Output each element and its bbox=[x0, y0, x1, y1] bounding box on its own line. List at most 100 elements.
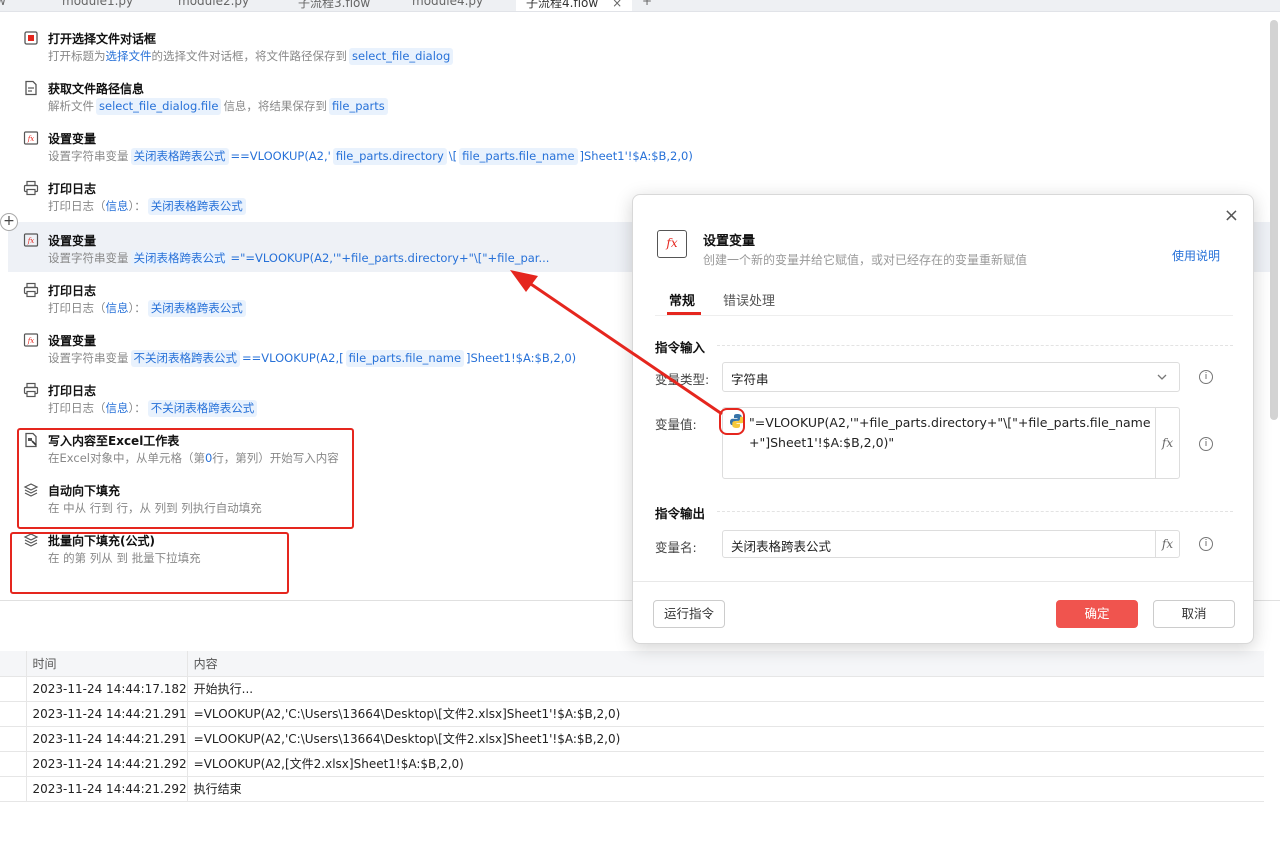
fx-icon: fx bbox=[23, 333, 39, 347]
chevron-down-icon bbox=[1157, 374, 1167, 380]
tab-subflow3[interactable]: 子流程3.flow bbox=[298, 0, 370, 11]
tab-add-button[interactable]: + bbox=[642, 0, 652, 11]
variable-chip: 关闭表格跨表公式 bbox=[147, 198, 246, 215]
tab-close-icon[interactable]: × bbox=[612, 0, 622, 10]
log-table: 时间 内容 2023-11-24 14:44:17.182 开始执行... 202… bbox=[0, 651, 1264, 802]
scrollbar[interactable] bbox=[1270, 20, 1278, 420]
log-col-time: 时间 bbox=[26, 651, 188, 677]
tab-partial[interactable]: w bbox=[0, 0, 6, 11]
step-title: 打印日志 bbox=[48, 384, 97, 398]
step-desc: 打印日志（信息）： 不关闭表格跨表公式 bbox=[48, 400, 259, 417]
log-col-index bbox=[0, 651, 27, 677]
tab-module1[interactable]: module1.py bbox=[62, 0, 133, 11]
dialog-title: 设置变量 bbox=[703, 234, 756, 249]
step-desc: 解析文件 select_file_dialog.file 信息，将结果保存到 file… bbox=[48, 98, 390, 115]
tab-error-handling[interactable]: 错误处理 bbox=[723, 290, 775, 309]
variable-chip: 关闭表格跨表公式 bbox=[130, 250, 229, 267]
step-desc: 设置字符串变量 不关闭表格跨表公式 ==VLOOKUP(A2,[file_parts… bbox=[48, 350, 577, 367]
svg-text:fx: fx bbox=[27, 237, 35, 245]
tab-subflow4[interactable]: 子流程4.flow × bbox=[516, 0, 633, 11]
help-link[interactable]: 使用说明 bbox=[1172, 247, 1220, 264]
log-content: =VLOOKUP(A2,[文件2.xlsx]Sheet1!$A:$B,2,0) bbox=[187, 751, 1264, 777]
log-col-content: 内容 bbox=[187, 651, 1264, 677]
table-row[interactable]: 2023-11-24 14:44:21.292 执行结束 bbox=[0, 776, 1264, 802]
log-time: 2023-11-24 14:44:17.182 bbox=[26, 676, 188, 702]
dialog-tabs: 常规 错误处理 bbox=[655, 288, 1233, 316]
step-title: 设置变量 bbox=[48, 334, 97, 348]
svg-text:fx: fx bbox=[27, 135, 35, 143]
log-content: =VLOOKUP(A2,'C:\Users\13664\Desktop\[文件2… bbox=[187, 726, 1264, 752]
file-dialog-icon bbox=[24, 31, 38, 45]
fx-icon: fx bbox=[657, 230, 687, 258]
table-row[interactable]: 2023-11-24 14:44:21.292 =VLOOKUP(A2,[文件2.… bbox=[0, 751, 1264, 777]
divider bbox=[717, 345, 1233, 346]
variable-chip: 不关闭表格跨表公式 bbox=[147, 400, 258, 417]
confirm-button[interactable]: 确定 bbox=[1056, 600, 1138, 628]
step-desc: 打印日志（信息）： 关闭表格跨表公式 bbox=[48, 300, 248, 317]
divider bbox=[717, 511, 1233, 512]
annotation-box-2 bbox=[10, 532, 289, 594]
table-row[interactable]: 2023-11-24 14:44:17.182 开始执行... bbox=[0, 676, 1264, 702]
variable-chip: 关闭表格跨表公式 bbox=[147, 300, 246, 317]
log-header-row: 时间 内容 bbox=[0, 651, 1264, 677]
run-command-button[interactable]: 运行指令 bbox=[653, 600, 725, 628]
add-step-button[interactable]: + bbox=[0, 213, 18, 231]
printer-icon bbox=[23, 180, 39, 196]
info-icon[interactable]: i bbox=[1199, 370, 1213, 384]
annotation-box-1 bbox=[17, 428, 354, 529]
log-time: 2023-11-24 14:44:21.291 bbox=[26, 726, 188, 752]
printer-icon bbox=[23, 382, 39, 398]
step-title: 打印日志 bbox=[48, 182, 97, 196]
file-info-icon bbox=[25, 80, 37, 96]
step-desc: 打开标题为选择文件的选择文件对话框，将文件路径保存到 select_file_di… bbox=[48, 48, 455, 65]
tab-bar: w module1.py module2.py 子流程3.flow module… bbox=[0, 0, 1280, 12]
variable-chip: file_parts.directory bbox=[332, 148, 447, 165]
cancel-button[interactable]: 取消 bbox=[1153, 600, 1235, 628]
log-time: 2023-11-24 14:44:21.291 bbox=[26, 701, 188, 727]
fx-icon: fx bbox=[23, 131, 39, 145]
fx-button[interactable]: fx bbox=[1155, 408, 1179, 478]
variable-chip: 关闭表格跨表公式 bbox=[130, 148, 229, 165]
close-icon[interactable]: × bbox=[1224, 207, 1239, 225]
step-title: 打开选择文件对话框 bbox=[48, 32, 157, 46]
annotation-arrow bbox=[510, 270, 723, 416]
var-name-value: 关闭表格跨表公式 bbox=[731, 539, 832, 554]
fx-button[interactable]: fx bbox=[1155, 531, 1179, 557]
log-content: =VLOOKUP(A2,'C:\Users\13664\Desktop\[文件2… bbox=[187, 701, 1264, 727]
step-set-variable[interactable]: fx 设置变量 设置字符串变量 关闭表格跨表公式 ==VLOOKUP(A2,' fil… bbox=[8, 120, 1270, 170]
fx-icon: fx bbox=[23, 233, 39, 247]
variable-chip: select_file_dialog.file bbox=[96, 98, 222, 115]
step-desc: 设置字符串变量 关闭表格跨表公式 ="=VLOOKUP(A2,'"+file_par… bbox=[48, 250, 550, 267]
step-desc: 设置字符串变量 关闭表格跨表公式 ==VLOOKUP(A2,' file_parts.… bbox=[48, 148, 693, 165]
step-desc: 打印日志（信息）： 关闭表格跨表公式 bbox=[48, 198, 248, 215]
var-value-text: "=VLOOKUP(A2,'"+file_parts.directory+"\[… bbox=[749, 415, 1151, 450]
dialog-footer bbox=[633, 581, 1253, 582]
var-type-select[interactable]: 字符串 bbox=[722, 362, 1180, 392]
variable-chip: file_parts bbox=[328, 98, 388, 115]
var-name-input[interactable]: 关闭表格跨表公式 fx bbox=[722, 530, 1180, 558]
info-icon[interactable]: i bbox=[1199, 437, 1213, 451]
step-title: 设置变量 bbox=[48, 132, 97, 146]
step-get-file-path-info[interactable]: 获取文件路径信息 解析文件 select_file_dialog.file 信息，将… bbox=[8, 70, 1270, 120]
var-name-label: 变量名: bbox=[655, 540, 697, 555]
table-row[interactable]: 2023-11-24 14:44:21.291 =VLOOKUP(A2,'C:\U… bbox=[0, 701, 1264, 727]
tab-module2[interactable]: module2.py bbox=[178, 0, 249, 11]
log-time: 2023-11-24 14:44:21.292 bbox=[26, 776, 188, 802]
step-open-file-dialog[interactable]: 打开选择文件对话框 打开标题为选择文件的选择文件对话框，将文件路径保存到 sele… bbox=[8, 20, 1270, 70]
tab-module4[interactable]: module4.py bbox=[412, 0, 483, 11]
svg-text:fx: fx bbox=[27, 337, 35, 345]
variable-chip: select_file_dialog bbox=[349, 48, 454, 65]
dialog-subtitle: 创建一个新的变量并给它赋值，或对已经存在的变量重新赋值 bbox=[703, 253, 1028, 267]
section-output: 指令输出 bbox=[655, 506, 706, 521]
var-value-input[interactable]: "=VLOOKUP(A2,'"+file_parts.directory+"\[… bbox=[722, 407, 1180, 479]
table-row[interactable]: 2023-11-24 14:44:21.291 =VLOOKUP(A2,'C:\U… bbox=[0, 726, 1264, 752]
log-content: 执行结束 bbox=[187, 776, 1264, 802]
printer-icon bbox=[23, 282, 39, 298]
log-content: 开始执行... bbox=[187, 676, 1264, 702]
variable-chip: 不关闭表格跨表公式 bbox=[130, 350, 240, 367]
var-type-value: 字符串 bbox=[731, 372, 769, 387]
info-icon[interactable]: i bbox=[1199, 537, 1213, 551]
step-title: 设置变量 bbox=[48, 234, 97, 248]
step-title: 获取文件路径信息 bbox=[48, 82, 145, 96]
tab-subflow4-label: 子流程4.flow bbox=[526, 0, 599, 10]
